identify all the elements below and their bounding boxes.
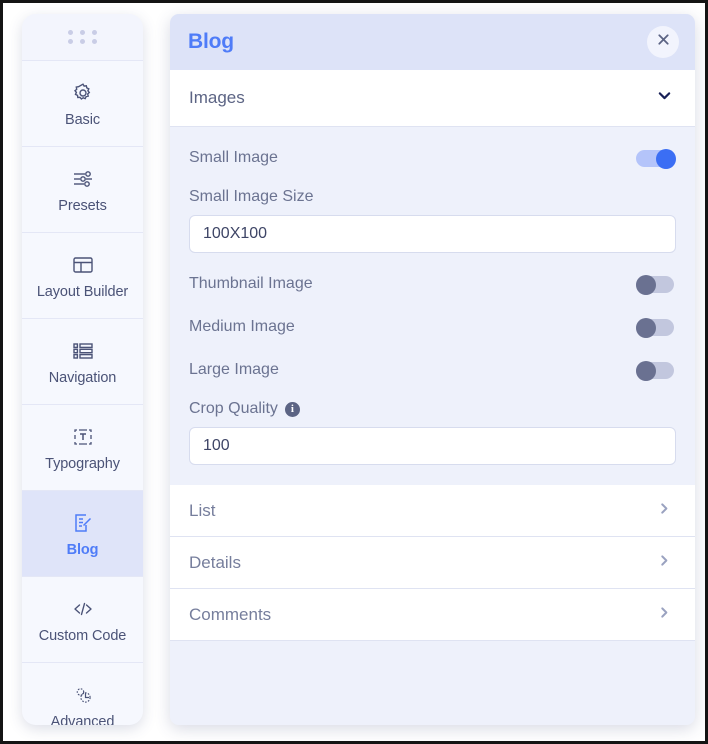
sidebar-item-label: Custom Code [38,627,127,644]
crop-quality-input[interactable] [189,427,676,465]
large-image-toggle[interactable] [636,360,676,381]
field-label: Small Image Size [189,188,314,205]
chevron-right-icon [657,553,672,573]
accordion-row-comments[interactable]: Comments [170,589,695,641]
chevron-down-icon [656,87,673,109]
accordion-header-images[interactable]: Images [170,70,695,127]
panel-footer [170,641,695,725]
sidebar-item-label: Typography [45,455,120,472]
row-label: Comments [189,604,272,624]
field-thumbnail-image: Thumbnail Image [189,271,676,297]
sidebar-item-label: Presets [58,197,107,214]
document-edit-icon [70,510,96,536]
panel-header: Blog [170,14,695,70]
close-icon [656,32,671,52]
accordion-row-list[interactable]: List [170,485,695,537]
small-image-toggle[interactable] [636,148,676,169]
accordion-label: Images [189,88,245,107]
thumbnail-image-toggle[interactable] [636,274,676,295]
layout-icon [70,252,96,278]
chevron-right-icon [657,605,672,625]
list-icon [70,338,96,364]
info-icon[interactable]: i [284,401,300,417]
sidebar-item-typography[interactable]: Typography [22,405,143,491]
field-medium-image: Medium Image [189,314,676,340]
toggle-knob [656,148,676,169]
field-label: Large Image [189,361,279,378]
sidebar-item-label: Advanced [50,713,115,725]
toggle-knob [636,360,656,381]
code-icon [70,596,96,622]
sidebar-item-basic[interactable]: Basic [22,61,143,147]
small-image-size-input[interactable] [189,215,676,253]
sliders-icon [70,166,96,192]
sidebar-item-label: Basic [65,111,100,128]
sidebar-item-label: Blog [66,541,99,558]
settings-gears-icon [70,682,96,708]
field-label: Medium Image [189,318,295,335]
medium-image-toggle[interactable] [636,317,676,338]
page-title: Blog [188,30,234,53]
images-section-body: Small Image Small Image Size Thumbnail I… [170,127,695,485]
accordion-row-details[interactable]: Details [170,537,695,589]
close-button[interactable] [647,26,679,58]
settings-panel: Blog Images Small Image Small Image Size… [170,14,695,725]
sidebar-item-layout-builder[interactable]: Layout Builder [22,233,143,319]
field-large-image: Large Image [189,357,676,383]
field-small-image: Small Image [189,145,676,171]
row-label: Details [189,552,241,572]
gear-icon [70,80,96,106]
drag-handle-dots-icon [68,30,97,44]
sidebar-item-advanced[interactable]: Advanced [22,663,143,725]
text-box-icon [70,424,96,450]
label-small-image-size: Small Image Size [189,188,676,206]
sidebar-item-presets[interactable]: Presets [22,147,143,233]
sidebar-item-custom-code[interactable]: Custom Code [22,577,143,663]
label-crop-quality: Crop Quality i [189,400,676,418]
row-label: List [189,500,216,520]
app-window: Basic Presets Layout Builder Navigation … [0,0,708,744]
sidebar-item-label: Layout Builder [36,283,129,300]
field-label: Small Image [189,149,278,166]
toggle-knob [636,274,656,295]
sidebar-item-navigation[interactable]: Navigation [22,319,143,405]
sidebar-item-label: Navigation [48,369,117,386]
toggle-knob [636,317,656,338]
sidebar-drag-handle[interactable] [22,14,143,61]
field-label: Thumbnail Image [189,275,313,292]
sidebar: Basic Presets Layout Builder Navigation … [22,14,143,725]
sidebar-item-blog[interactable]: Blog [22,491,143,577]
chevron-right-icon [657,501,672,521]
field-label: Crop Quality [189,400,278,417]
